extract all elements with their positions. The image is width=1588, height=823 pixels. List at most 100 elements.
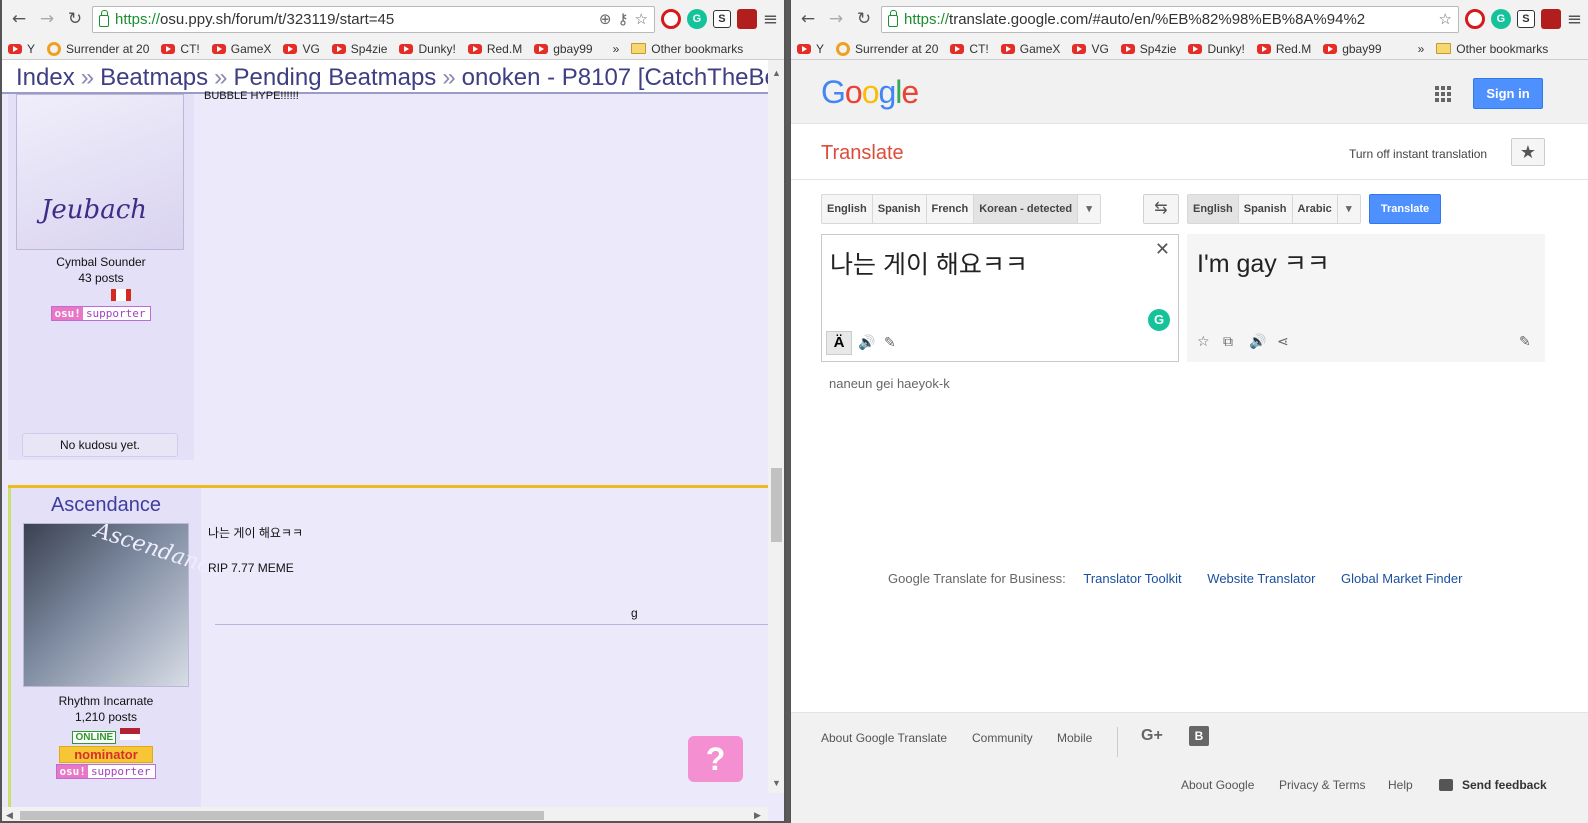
- other-bookmarks[interactable]: Other bookmarks: [1436, 42, 1548, 56]
- extension-red-icon[interactable]: [1540, 9, 1561, 29]
- breadcrumb-beatmaps[interactable]: Beatmaps: [100, 64, 208, 91]
- scroll-up-icon[interactable]: ▲: [772, 68, 781, 78]
- keyboard-icon[interactable]: Ä: [826, 331, 852, 355]
- opera-icon[interactable]: [1464, 9, 1485, 29]
- bookmark-item[interactable]: Y: [8, 42, 35, 56]
- star-icon[interactable]: ☆: [1438, 10, 1451, 28]
- bookmark-item[interactable]: Red.M: [1256, 42, 1311, 56]
- extension-red-icon[interactable]: [736, 9, 757, 29]
- footer-link[interactable]: About Google Translate: [821, 731, 947, 745]
- bookmark-item[interactable]: Surrender at 20: [47, 41, 149, 56]
- breadcrumb-index[interactable]: Index: [16, 64, 75, 91]
- vertical-scrollbar[interactable]: ▲ ▼: [768, 60, 784, 793]
- scroll-right-icon[interactable]: ▶: [754, 810, 761, 821]
- chevron-more-icon[interactable]: »: [1418, 42, 1425, 56]
- key-icon[interactable]: ⚷: [617, 10, 628, 28]
- website-translator-link[interactable]: Website Translator: [1207, 571, 1315, 586]
- bookmark-item[interactable]: CT!: [161, 42, 200, 56]
- source-text-area[interactable]: 나는 게이 해요ㅋㅋ ✕ G Ä 🔊 ✎: [821, 234, 1179, 362]
- bookmark-item[interactable]: GameX: [211, 42, 271, 56]
- speaker-icon[interactable]: 🔊: [1249, 334, 1266, 350]
- reload-icon[interactable]: ↻: [64, 8, 86, 30]
- footer-link[interactable]: Mobile: [1057, 731, 1092, 745]
- pencil-icon[interactable]: ✎: [884, 335, 896, 351]
- bookmark-item[interactable]: Dunky!: [399, 42, 456, 56]
- address-bar[interactable]: https://translate.google.com/#auto/en/%E…: [881, 5, 1459, 33]
- address-bar[interactable]: https://osu.ppy.sh/forum/t/323119/start=…: [92, 5, 655, 33]
- feedback-icon[interactable]: [1439, 779, 1453, 791]
- scrollbar-thumb[interactable]: [771, 468, 782, 542]
- bookmark-item[interactable]: Sp4zie: [331, 42, 387, 56]
- sign-in-button[interactable]: Sign in: [1473, 78, 1543, 109]
- scroll-down-icon[interactable]: ▼: [772, 778, 781, 788]
- send-feedback-link[interactable]: Send feedback: [1462, 778, 1547, 792]
- chevron-down-icon[interactable]: ▾: [1338, 195, 1360, 223]
- grammarly-icon[interactable]: G: [1490, 9, 1511, 29]
- star-icon[interactable]: ☆: [634, 10, 647, 28]
- google-plus-icon[interactable]: G+: [1141, 727, 1163, 745]
- source-lang-spanish[interactable]: Spanish: [873, 195, 927, 223]
- bookmark-item[interactable]: CT!: [950, 42, 989, 56]
- youtube-icon: [1072, 43, 1087, 54]
- reload-icon[interactable]: ↻: [853, 8, 875, 30]
- star-icon[interactable]: ☆: [1197, 334, 1210, 350]
- breadcrumb-topic[interactable]: onoken - P8107 [CatchTheBeat]: [462, 64, 770, 91]
- back-icon[interactable]: ←: [8, 8, 30, 30]
- scrollbar-thumb[interactable]: [20, 811, 544, 820]
- source-lang-french[interactable]: French: [927, 195, 975, 223]
- bookmark-item[interactable]: Red.M: [467, 42, 522, 56]
- bookmark-item[interactable]: VG: [1072, 42, 1109, 56]
- scroll-left-icon[interactable]: ◀: [6, 810, 13, 821]
- bookmark-item[interactable]: Y: [797, 42, 824, 56]
- username[interactable]: Ascendance: [11, 494, 201, 517]
- source-text[interactable]: 나는 게이 해요ㅋㅋ: [830, 245, 1028, 281]
- edit-icon[interactable]: ✎: [1519, 334, 1531, 350]
- bookmark-item[interactable]: VG: [283, 42, 320, 56]
- footer-link[interactable]: Privacy & Terms: [1279, 778, 1365, 792]
- bookmark-item[interactable]: GameX: [1000, 42, 1060, 56]
- clear-icon[interactable]: ✕: [1155, 239, 1170, 260]
- extension-s-icon[interactable]: S: [1516, 10, 1535, 28]
- blogger-icon[interactable]: B: [1189, 726, 1209, 746]
- bookmark-item[interactable]: Sp4zie: [1120, 42, 1176, 56]
- chevron-down-icon[interactable]: ▾: [1078, 195, 1100, 223]
- grammarly-icon[interactable]: G: [1148, 309, 1170, 331]
- opera-icon[interactable]: [660, 9, 681, 29]
- global-market-finder-link[interactable]: Global Market Finder: [1341, 571, 1462, 586]
- forward-icon[interactable]: →: [825, 8, 847, 30]
- zoom-icon[interactable]: ⊕: [599, 10, 612, 28]
- footer-link[interactable]: Community: [972, 731, 1033, 745]
- extension-s-icon[interactable]: S: [712, 10, 731, 28]
- forward-icon[interactable]: →: [36, 8, 58, 30]
- speaker-icon[interactable]: 🔊: [858, 335, 875, 351]
- copy-icon[interactable]: ⧉: [1223, 334, 1233, 350]
- back-icon[interactable]: ←: [797, 8, 819, 30]
- source-lang-detected[interactable]: Korean - detected: [974, 195, 1079, 223]
- menu-icon[interactable]: ≡: [1567, 9, 1582, 30]
- target-lang-english[interactable]: English: [1188, 195, 1239, 223]
- swap-languages-icon[interactable]: ⇆: [1143, 194, 1179, 224]
- footer-link[interactable]: Help: [1388, 778, 1413, 792]
- bookmark-item[interactable]: gbay99: [1323, 42, 1382, 56]
- footer-link[interactable]: About Google: [1181, 778, 1254, 792]
- bookmark-item[interactable]: Surrender at 20: [836, 41, 938, 56]
- source-lang-english[interactable]: English: [822, 195, 873, 223]
- target-lang-spanish[interactable]: Spanish: [1239, 195, 1293, 223]
- other-bookmarks[interactable]: Other bookmarks: [631, 42, 743, 56]
- grammarly-icon[interactable]: G: [686, 9, 707, 29]
- menu-icon[interactable]: ≡: [763, 9, 778, 30]
- bookmark-item[interactable]: gbay99: [534, 42, 593, 56]
- google-logo[interactable]: Google: [821, 74, 919, 111]
- share-icon[interactable]: ⋖: [1277, 334, 1289, 350]
- phrasebook-star-icon[interactable]: ★: [1511, 138, 1545, 166]
- apps-grid-icon[interactable]: [1435, 86, 1451, 102]
- chevron-more-icon[interactable]: »: [613, 42, 620, 56]
- translator-toolkit-link[interactable]: Translator Toolkit: [1083, 571, 1181, 586]
- target-lang-arabic[interactable]: Arabic: [1293, 195, 1338, 223]
- help-button[interactable]: ?: [688, 736, 743, 782]
- instant-translation-link[interactable]: Turn off instant translation: [1349, 147, 1487, 161]
- horizontal-scrollbar[interactable]: ◀ ▶: [2, 807, 768, 821]
- bookmark-item[interactable]: Dunky!: [1188, 42, 1245, 56]
- translate-button[interactable]: Translate: [1369, 194, 1441, 224]
- breadcrumb-pending[interactable]: Pending Beatmaps: [234, 64, 437, 91]
